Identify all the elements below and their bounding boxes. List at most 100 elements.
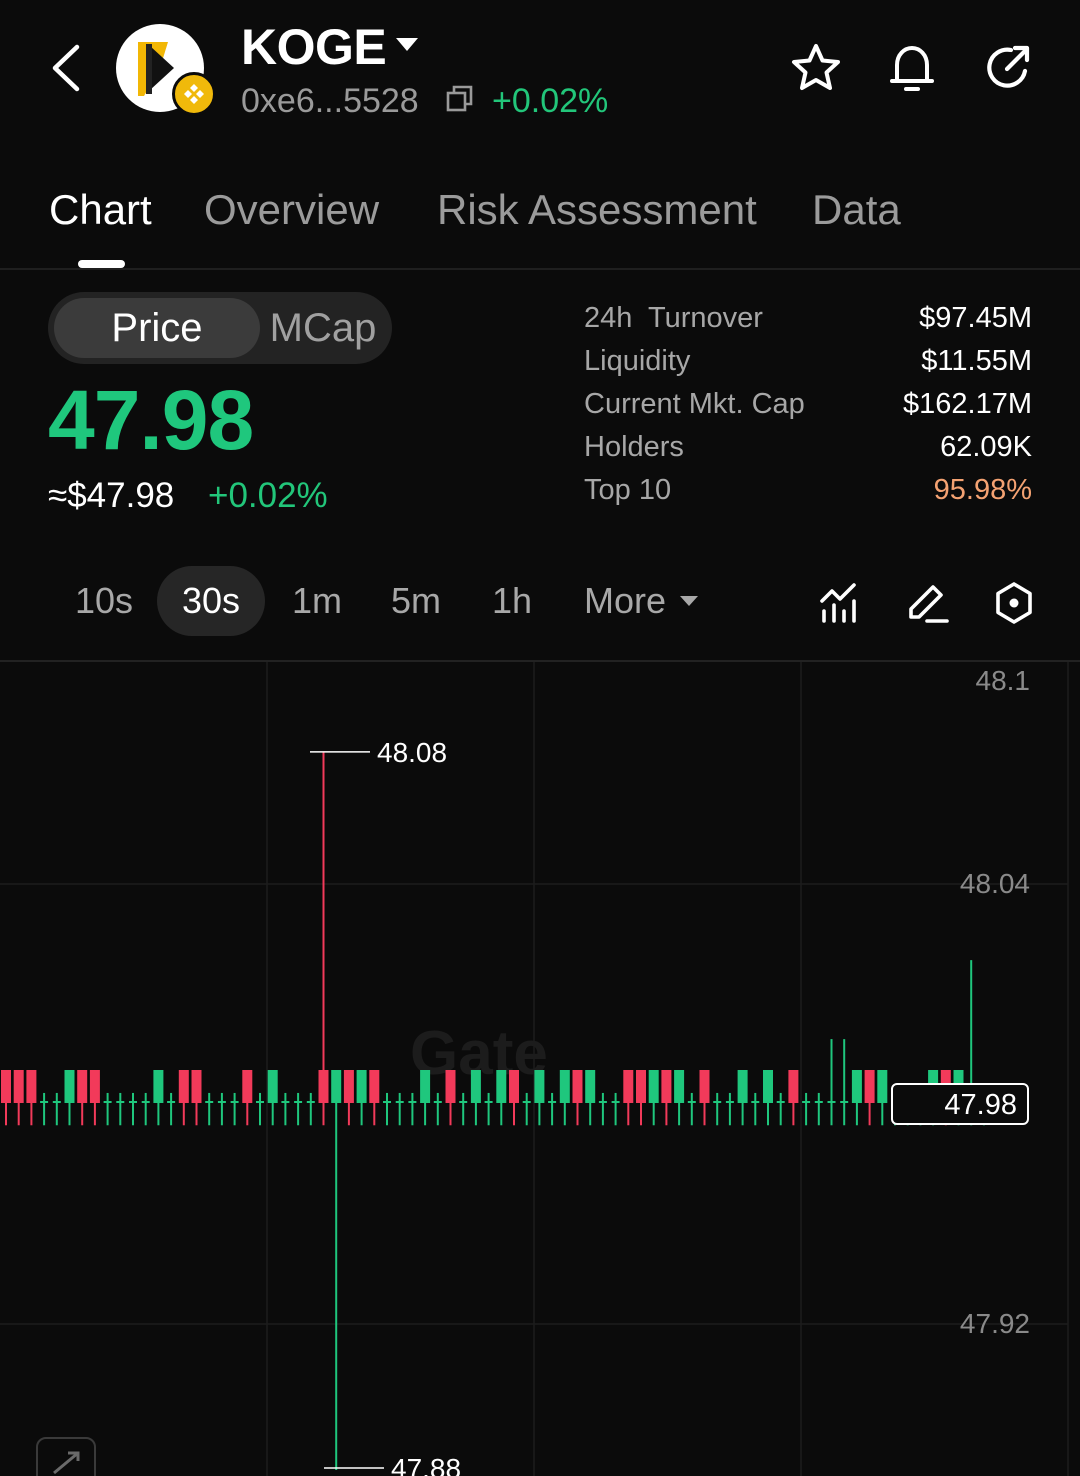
stat-label: 24h Turnover bbox=[584, 302, 763, 334]
tab-chart[interactable]: Chart bbox=[49, 186, 152, 234]
token-name[interactable]: KOGE bbox=[241, 18, 387, 76]
price-chart[interactable]: 48.1 48.04 47.92 Gate 48.08 47.88 47.98 bbox=[0, 660, 1080, 1476]
candle-body bbox=[77, 1070, 88, 1103]
copy-icon[interactable] bbox=[445, 84, 475, 114]
fullscreen-button[interactable] bbox=[36, 1437, 96, 1476]
bell-icon bbox=[890, 46, 934, 91]
stat-row-holders: Holders 62.09K bbox=[584, 431, 1032, 474]
candle-body bbox=[763, 1070, 773, 1103]
more-caret-icon bbox=[680, 596, 699, 606]
token-stats: 24h Turnover $97.45M Liquidity $11.55M C… bbox=[584, 302, 1032, 517]
bnb-chain-badge bbox=[172, 72, 216, 116]
stat-label: Liquidity bbox=[584, 345, 691, 377]
min-marker-label: 47.88 bbox=[391, 1453, 461, 1476]
tab-risk-assessment[interactable]: Risk Assessment bbox=[437, 186, 757, 234]
candle-body bbox=[178, 1070, 189, 1103]
candle-body bbox=[26, 1070, 37, 1103]
token-change: +0.02% bbox=[492, 82, 609, 120]
candle-body bbox=[636, 1070, 646, 1103]
interval-1h[interactable]: 1h bbox=[474, 566, 550, 636]
token-dropdown-icon[interactable] bbox=[396, 38, 418, 51]
max-marker-label: 48.08 bbox=[377, 737, 447, 768]
toggle-mcap[interactable]: MCap bbox=[260, 298, 386, 358]
expand-icon bbox=[53, 1451, 80, 1475]
candle-body bbox=[699, 1070, 710, 1103]
stat-row-top10: Top 10 95.98% bbox=[584, 474, 1032, 517]
price-mcap-toggle[interactable]: Price MCap bbox=[48, 292, 392, 364]
alert-button[interactable] bbox=[884, 40, 940, 96]
stat-value: 95.98% bbox=[933, 474, 1032, 506]
interval-bar: 10s 30s 1m 5m 1h More bbox=[0, 560, 1080, 644]
stat-row-liquidity: Liquidity $11.55M bbox=[584, 345, 1032, 388]
candle-body bbox=[369, 1070, 380, 1103]
share-icon bbox=[987, 45, 1030, 88]
share-button[interactable] bbox=[980, 40, 1036, 96]
top-bar: KOGE 0xe6...5528 +0.02% bbox=[0, 0, 1080, 140]
candle-body bbox=[318, 1070, 329, 1103]
candle-body bbox=[851, 1070, 862, 1103]
interval-more[interactable]: More bbox=[570, 566, 712, 636]
stat-row-turnover: 24h Turnover $97.45M bbox=[584, 302, 1032, 345]
stat-value: $162.17M bbox=[903, 388, 1032, 420]
candlestick-chart[interactable]: 48.148.0447.92 Gate 48.0847.8847.98 bbox=[0, 662, 1080, 1476]
back-icon bbox=[52, 44, 80, 92]
candle-body bbox=[470, 1070, 481, 1103]
candle-body bbox=[64, 1070, 75, 1103]
candle-body bbox=[242, 1070, 253, 1103]
candle-body bbox=[534, 1070, 545, 1103]
candle-body bbox=[661, 1070, 672, 1103]
candle-body bbox=[13, 1070, 24, 1103]
y-axis-tick-label: 48.04 bbox=[960, 868, 1030, 899]
tab-data[interactable]: Data bbox=[812, 186, 901, 234]
candle-body bbox=[356, 1070, 367, 1103]
stat-value: $97.45M bbox=[919, 302, 1032, 334]
candle-body bbox=[737, 1070, 748, 1103]
candle-body bbox=[877, 1070, 888, 1103]
interval-10s[interactable]: 10s bbox=[58, 566, 150, 636]
toggle-price[interactable]: Price bbox=[54, 298, 260, 358]
usd-price: ≈$47.98 bbox=[48, 476, 175, 515]
more-label: More bbox=[583, 580, 667, 621]
candle-body bbox=[585, 1070, 596, 1103]
candle-body bbox=[1, 1070, 11, 1103]
indicator-button[interactable] bbox=[813, 576, 867, 630]
stat-value: $11.55M bbox=[921, 345, 1032, 377]
indicator-icon bbox=[820, 583, 856, 623]
stat-value: 62.09K bbox=[940, 431, 1032, 463]
price-change: +0.02% bbox=[208, 476, 328, 515]
candle-body bbox=[648, 1070, 659, 1103]
tab-overview[interactable]: Overview bbox=[204, 186, 379, 234]
candle-body bbox=[788, 1070, 799, 1103]
candle-body bbox=[331, 1070, 342, 1103]
bnb-icon bbox=[184, 84, 204, 104]
candle-body bbox=[559, 1070, 570, 1103]
star-icon bbox=[792, 44, 840, 90]
stat-row-mkt-cap: Current Mkt. Cap $162.17M bbox=[584, 388, 1032, 431]
draw-icon bbox=[909, 585, 949, 623]
token-logo[interactable] bbox=[116, 24, 216, 116]
back-button[interactable] bbox=[40, 38, 92, 98]
candle-body bbox=[153, 1070, 164, 1103]
current-price: 47.98 bbox=[48, 373, 254, 467]
candle-body bbox=[191, 1070, 202, 1103]
y-axis-tick-label: 47.92 bbox=[960, 1308, 1030, 1339]
interval-5m[interactable]: 5m bbox=[375, 566, 457, 636]
draw-button[interactable] bbox=[900, 576, 954, 630]
interval-30s[interactable]: 30s bbox=[157, 566, 265, 636]
candle-body bbox=[445, 1070, 456, 1103]
stat-label: Current Mkt. Cap bbox=[584, 388, 805, 420]
candle-body bbox=[89, 1070, 100, 1103]
active-tab-indicator bbox=[78, 260, 125, 268]
chart-settings-button[interactable] bbox=[987, 576, 1041, 630]
candle-body bbox=[864, 1070, 875, 1103]
candle-body bbox=[343, 1070, 354, 1103]
token-address: 0xe6...5528 bbox=[241, 82, 419, 120]
interval-1m[interactable]: 1m bbox=[276, 566, 358, 636]
tab-bar: Chart Overview Risk Assessment Data bbox=[0, 160, 1080, 270]
candle-body bbox=[572, 1070, 583, 1103]
settings-icon bbox=[996, 582, 1032, 624]
stat-label: Holders bbox=[584, 431, 684, 463]
y-axis-tick-label: 48.1 bbox=[976, 665, 1031, 696]
favorite-button[interactable] bbox=[788, 40, 844, 96]
candle-body bbox=[674, 1070, 685, 1103]
